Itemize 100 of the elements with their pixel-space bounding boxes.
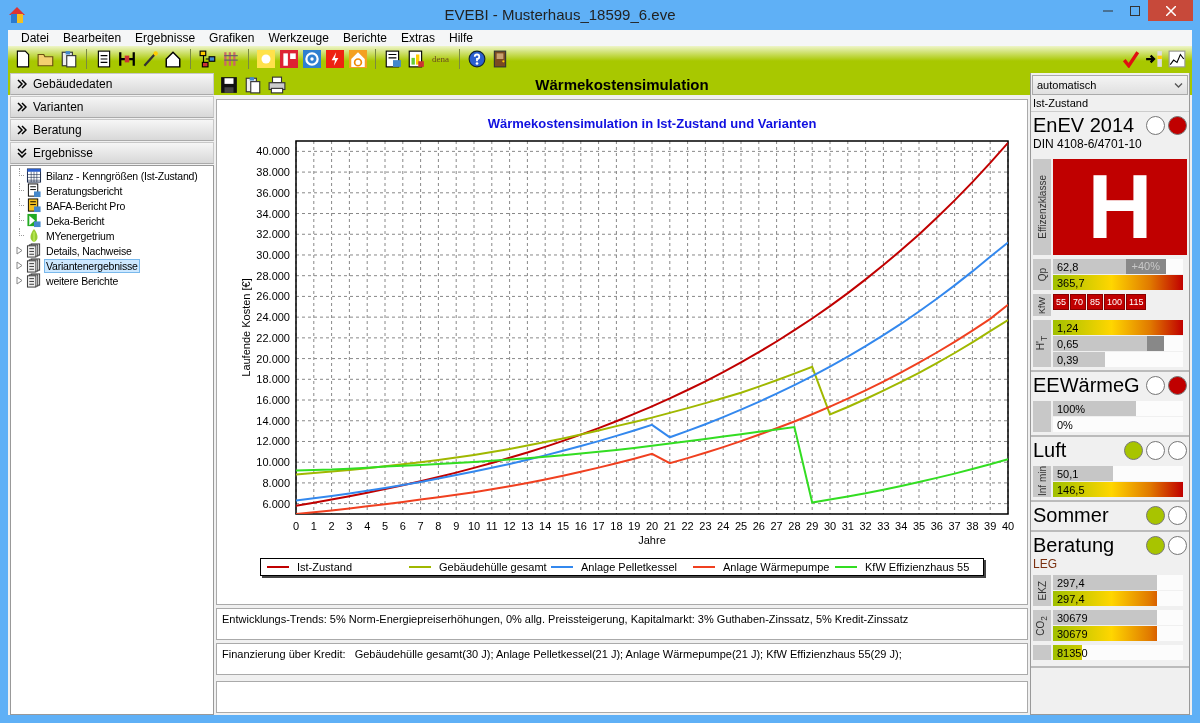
x-tick-label: 4 (364, 520, 371, 532)
clipboard-icon[interactable] (60, 49, 78, 68)
lightning-icon[interactable] (326, 49, 344, 68)
document-stack-icon (26, 258, 42, 273)
document-icon[interactable] (95, 49, 113, 68)
y-tick-label: 36.000 (256, 186, 290, 199)
x-tick-label: 35 (912, 520, 926, 532)
y-axis-title: Laufende Kosten [€] (240, 278, 252, 377)
x-tick-label: 27 (770, 520, 783, 532)
save-icon[interactable] (220, 75, 238, 94)
menu-item[interactable]: Werkzeuge (261, 31, 336, 45)
expand-arrow-icon[interactable] (15, 261, 24, 270)
x-tick-label: 14 (539, 520, 552, 532)
x-tick-label: 26 (752, 520, 765, 532)
arrow-icon[interactable] (1145, 49, 1163, 68)
x-tick-label: 23 (699, 520, 712, 532)
menu-item[interactable]: Datei (14, 31, 56, 45)
x-tick-label: 38 (966, 520, 979, 532)
window-title: EVEBI - Musterhaus_18599_6.eve (444, 6, 676, 23)
y-tick-label: 30.000 (256, 248, 290, 261)
accordion-header[interactable]: Ergebnisse (10, 142, 214, 164)
section-title: EEWärmeG (1033, 374, 1140, 397)
menu-item[interactable]: Extras (394, 31, 442, 45)
x-tick-label: 34 (895, 520, 908, 532)
report-icon[interactable] (384, 49, 402, 68)
close-button[interactable] (1148, 0, 1193, 21)
y-tick-label: 14.000 (256, 414, 290, 427)
tree-item[interactable]: Beratungsbericht (44, 183, 125, 198)
tree-item[interactable]: Details, Nachweise (44, 243, 134, 258)
wand-icon[interactable] (141, 49, 159, 68)
document-stack-icon (26, 273, 42, 288)
chevron-down-icon (17, 148, 27, 158)
section-subtitle: DIN 4108-6/4701-10 (1033, 137, 1143, 151)
menu-item[interactable]: Grafiken (202, 31, 262, 45)
y-tick-label: 40.000 (256, 145, 290, 158)
door-icon[interactable] (491, 49, 509, 68)
tree-item[interactable]: BAFA-Bericht Pro (44, 198, 128, 213)
bar-value: 30679 (1056, 627, 1088, 640)
x-tick-label: 6 (399, 520, 406, 532)
expand-arrow-icon[interactable] (15, 276, 24, 285)
class-label: Effizenzklasse (1036, 175, 1048, 239)
bar-value: 0,65 (1056, 337, 1079, 350)
legend-label: Gebäudehülle gesamt (439, 561, 547, 573)
expand-arrow-icon[interactable] (15, 246, 24, 255)
menu-item[interactable]: Ergebnisse (128, 31, 203, 45)
tree-item[interactable]: weitere Berichte (44, 273, 121, 288)
chart-document-icon[interactable] (407, 49, 425, 68)
percent-tag: +40% (1125, 259, 1166, 274)
x-tick-label: 21 (663, 520, 676, 532)
y-tick-label: 18.000 (256, 373, 290, 386)
kfw-badge: 115 (1126, 294, 1147, 310)
x-tick-label: 10 (467, 520, 481, 532)
tree-item[interactable]: MYenergetrium (44, 228, 117, 243)
columns-icon[interactable] (118, 49, 136, 68)
chart-title: Wärmekostensimulation in Ist-Zustand und Varianten (487, 116, 817, 131)
x-tick-label: 39 (984, 520, 997, 532)
menu-item[interactable]: Hilfe (442, 31, 480, 45)
x-tick-label: 25 (734, 520, 748, 532)
clipboard-icon[interactable] (244, 75, 262, 94)
line-chart-icon[interactable] (1168, 49, 1186, 68)
label-block (1033, 645, 1051, 660)
tree-item[interactable]: Bilanz - Kenngrößen (Ist-Zustand) (44, 168, 200, 183)
house-icon (8, 6, 26, 24)
x-tick-label: 19 (628, 520, 641, 532)
accordion-header[interactable]: Beratung (10, 119, 214, 141)
x-tick-label: 9 (453, 520, 460, 532)
printer-icon[interactable] (268, 75, 286, 94)
x-tick-label: 3 (346, 520, 353, 532)
mode-dropdown[interactable]: automatisch (1032, 75, 1188, 95)
section-title: EnEV 2014 (1033, 114, 1135, 137)
x-tick-label: 24 (717, 520, 730, 532)
house-icon[interactable] (164, 49, 182, 68)
menu-item[interactable]: Bearbeiten (56, 31, 129, 45)
bar-value: 50,1 (1056, 467, 1079, 480)
x-tick-label: 7 (417, 520, 424, 532)
x-tick-label: 32 (859, 520, 872, 532)
legend-label: Anlage Pelletkessel (581, 561, 677, 573)
section-subtitle: LEG (1033, 557, 1058, 571)
accordion-header[interactable]: Varianten (10, 96, 214, 118)
diagram-icon[interactable] (199, 49, 217, 68)
fan-icon[interactable] (303, 49, 321, 68)
y-tick-label: 38.000 (256, 166, 290, 179)
tree-item[interactable]: Variantenergebnisse (44, 258, 140, 273)
state-label: Ist-Zustand (1033, 97, 1089, 109)
maximize-icon (1129, 5, 1140, 16)
radiator-icon[interactable] (280, 49, 298, 68)
new-document-icon[interactable] (14, 49, 32, 68)
checkmark-icon[interactable] (1122, 49, 1140, 68)
y-tick-label: 16.000 (256, 394, 290, 407)
layers-icon[interactable] (222, 49, 240, 68)
x-tick-label: 20 (645, 520, 659, 532)
help-icon[interactable] (468, 49, 486, 68)
chevron-right-icon (17, 102, 27, 112)
x-tick-label: 5 (381, 520, 389, 532)
x-tick-label: 0 (292, 520, 300, 532)
accordion-header[interactable]: Gebäudedaten (10, 73, 214, 95)
euro-house-icon[interactable] (349, 49, 367, 68)
menu-item[interactable]: Berichte (335, 31, 394, 45)
tree-item[interactable]: Deka-Bericht (44, 213, 107, 228)
toolbar-logo[interactable]: dena (430, 53, 451, 64)
